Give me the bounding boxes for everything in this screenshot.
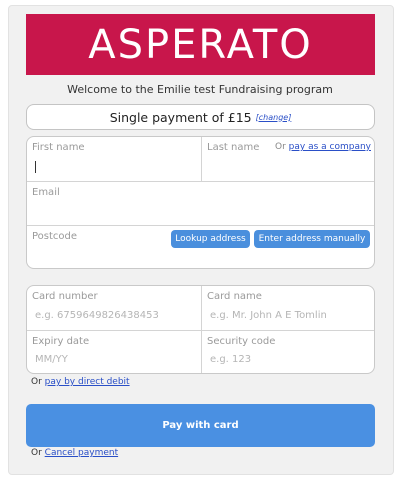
card-number-label: Card number <box>32 291 98 302</box>
last-name-field[interactable]: Last name Or pay as a company <box>202 137 374 181</box>
expiry-date-field[interactable]: Expiry date MM/YY <box>27 331 201 373</box>
first-name-label: First name <box>32 142 85 153</box>
change-payment-link[interactable]: [change] <box>256 113 292 122</box>
pay-as-company-link[interactable]: pay as a company <box>289 142 371 152</box>
payment-summary: Single payment of £15 [change] <box>26 104 375 130</box>
cancel-prompt: Or Cancel payment <box>31 448 118 458</box>
first-name-field[interactable]: First name <box>27 137 201 181</box>
pay-with-card-button[interactable]: Pay with card <box>26 404 375 447</box>
security-code-placeholder: e.g. 123 <box>210 354 252 365</box>
email-label: Email <box>32 187 60 198</box>
card-name-placeholder: e.g. Mr. John A E Tomlin <box>210 310 327 321</box>
pay-as-company-prompt: Or pay as a company <box>275 142 371 152</box>
email-field[interactable]: Email <box>27 182 374 225</box>
brand-banner: ASPERATO <box>26 14 375 75</box>
expiry-date-label: Expiry date <box>32 336 90 347</box>
or-label: Or <box>274 142 286 152</box>
expiry-date-placeholder: MM/YY <box>35 354 68 365</box>
security-code-field[interactable]: Security code e.g. 123 <box>202 331 374 373</box>
cancel-payment-link[interactable]: Cancel payment <box>45 448 118 458</box>
enter-address-manually-button[interactable]: Enter address manually <box>254 230 370 248</box>
direct-debit-link[interactable]: pay by direct debit <box>45 377 130 387</box>
security-code-label: Security code <box>207 336 276 347</box>
or-label: Or <box>31 377 42 387</box>
card-details-group: Card number e.g. 6759649826438453 Card n… <box>26 285 375 374</box>
or-label: Or <box>31 448 42 458</box>
brand-logo: ASPERATO <box>88 21 313 68</box>
text-caret <box>35 161 36 173</box>
card-name-label: Card name <box>207 291 262 302</box>
direct-debit-prompt: Or pay by direct debit <box>31 377 130 387</box>
welcome-message: Welcome to the Emilie test Fundraising p… <box>67 83 333 96</box>
divider <box>201 137 202 181</box>
personal-details-group: First name Last name Or pay as a company… <box>26 136 375 269</box>
postcode-label: Postcode <box>32 231 78 242</box>
payment-summary-text: Single payment of £15 <box>109 109 252 125</box>
card-number-field[interactable]: Card number e.g. 6759649826438453 <box>27 286 201 330</box>
card-name-field[interactable]: Card name e.g. Mr. John A E Tomlin <box>202 286 374 330</box>
lookup-address-button[interactable]: Lookup address <box>171 230 250 248</box>
card-number-placeholder: e.g. 6759649826438453 <box>35 310 159 321</box>
last-name-label: Last name <box>207 142 260 153</box>
